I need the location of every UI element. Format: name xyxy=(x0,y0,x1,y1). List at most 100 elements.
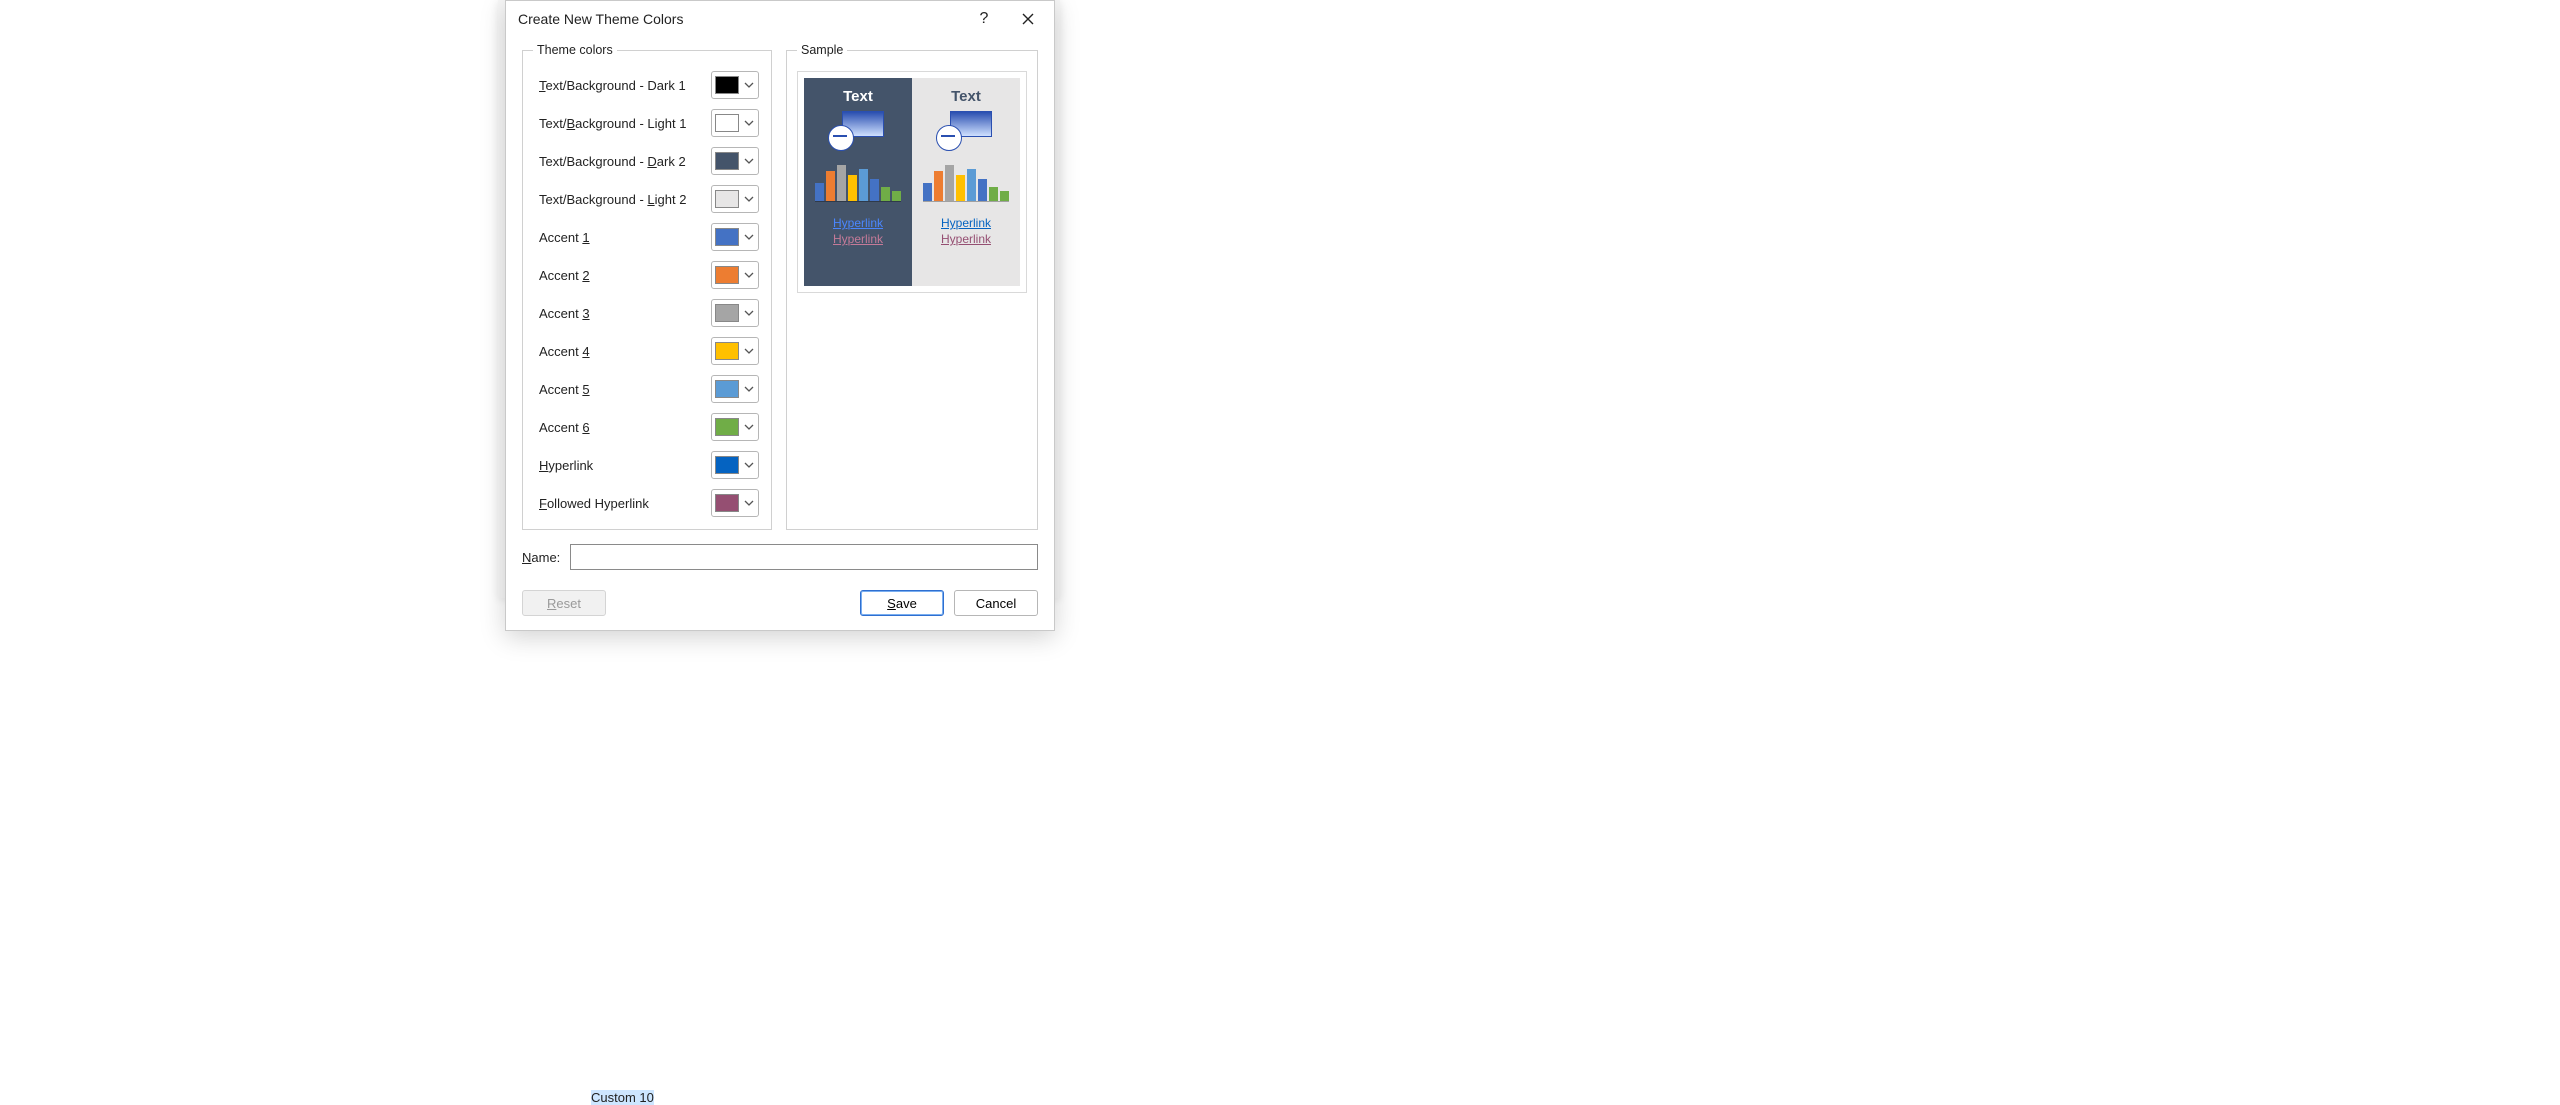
theme-color-picker[interactable] xyxy=(711,489,759,517)
theme-color-picker[interactable] xyxy=(711,337,759,365)
close-button[interactable] xyxy=(1006,3,1050,35)
theme-color-picker[interactable] xyxy=(711,451,759,479)
theme-color-label: Text/Background - Light 1 xyxy=(539,116,711,131)
sample-chart-dark xyxy=(815,161,901,202)
chevron-down-icon xyxy=(743,459,755,471)
theme-color-picker[interactable] xyxy=(711,413,759,441)
color-swatch xyxy=(715,266,739,284)
color-swatch xyxy=(715,494,739,512)
sample-preview: Text Hyperlink Hyperlink xyxy=(797,71,1027,293)
theme-color-label: Text/Background - Light 2 xyxy=(539,192,711,207)
theme-color-label: Accent 1 xyxy=(539,230,711,245)
chevron-down-icon xyxy=(743,79,755,91)
theme-color-label: Text/Background - Dark 1 xyxy=(539,78,711,93)
theme-color-label: Accent 5 xyxy=(539,382,711,397)
reset-button[interactable]: Reset xyxy=(522,590,606,616)
theme-color-label: Accent 3 xyxy=(539,306,711,321)
sample-text-dark: Text xyxy=(843,88,873,105)
save-button[interactable]: Save xyxy=(860,590,944,616)
sample-bar xyxy=(967,169,976,201)
sample-bar xyxy=(945,165,954,201)
cancel-button[interactable]: Cancel xyxy=(954,590,1038,616)
sample-bar xyxy=(978,179,987,201)
theme-color-label: Accent 4 xyxy=(539,344,711,359)
chevron-down-icon xyxy=(743,383,755,395)
sample-tile-light: Text Hyperlink Hyperlink xyxy=(912,78,1020,286)
chevron-down-icon xyxy=(743,193,755,205)
sample-legend: Sample xyxy=(797,43,847,57)
theme-color-label: Hyperlink xyxy=(539,458,711,473)
sample-shapes-dark xyxy=(828,111,888,151)
theme-color-row: Hyperlink xyxy=(539,451,759,479)
create-theme-colors-dialog: Create New Theme Colors ? Theme colors T… xyxy=(505,0,1055,631)
chevron-down-icon xyxy=(743,307,755,319)
sample-text-light: Text xyxy=(951,88,981,105)
theme-color-row: Text/Background - Light 1 xyxy=(539,109,759,137)
chevron-down-icon xyxy=(743,231,755,243)
theme-name-input[interactable] xyxy=(570,544,1038,570)
dialog-footer: Reset Save Cancel xyxy=(506,580,1054,630)
theme-color-row: Text/Background - Light 2 xyxy=(539,185,759,213)
sample-tile-dark: Text Hyperlink Hyperlink xyxy=(804,78,912,286)
theme-color-label: Followed Hyperlink xyxy=(539,496,711,511)
theme-color-picker[interactable] xyxy=(711,223,759,251)
sample-bar xyxy=(815,183,824,201)
theme-colors-group: Theme colors Text/Background - Dark 1Tex… xyxy=(522,43,772,530)
chevron-down-icon xyxy=(743,345,755,357)
theme-color-picker[interactable] xyxy=(711,109,759,137)
theme-color-picker[interactable] xyxy=(711,147,759,175)
theme-color-row: Accent 3 xyxy=(539,299,759,327)
theme-color-row: Accent 6 xyxy=(539,413,759,441)
dialog-title: Create New Theme Colors xyxy=(518,11,962,27)
color-swatch xyxy=(715,380,739,398)
sample-bar xyxy=(848,175,857,201)
chevron-down-icon xyxy=(743,421,755,433)
color-swatch xyxy=(715,418,739,436)
theme-color-picker[interactable] xyxy=(711,71,759,99)
theme-color-picker[interactable] xyxy=(711,185,759,213)
theme-color-row: Accent 1 xyxy=(539,223,759,251)
sample-links-dark: Hyperlink Hyperlink xyxy=(833,216,883,246)
theme-color-row: Followed Hyperlink xyxy=(539,489,759,517)
color-swatch xyxy=(715,456,739,474)
theme-color-label: Text/Background - Dark 2 xyxy=(539,154,711,169)
name-input-selection: Custom 10 xyxy=(591,1090,654,1105)
sample-bar xyxy=(989,187,998,201)
color-swatch xyxy=(715,304,739,322)
sample-hyperlink-dark: Hyperlink xyxy=(833,216,883,230)
name-label: Name: xyxy=(522,550,560,565)
help-button[interactable]: ? xyxy=(962,3,1006,35)
sample-chart-light xyxy=(923,161,1009,202)
chevron-down-icon xyxy=(743,155,755,167)
color-swatch xyxy=(715,228,739,246)
theme-color-row: Text/Background - Dark 2 xyxy=(539,147,759,175)
color-swatch xyxy=(715,76,739,94)
theme-color-picker[interactable] xyxy=(711,261,759,289)
sample-bar xyxy=(837,165,846,201)
sample-bar xyxy=(859,169,868,201)
sample-group: Sample Text Hyperlink xyxy=(786,43,1038,530)
help-icon: ? xyxy=(980,10,989,28)
sample-bar xyxy=(881,187,890,201)
color-swatch xyxy=(715,114,739,132)
theme-color-row: Accent 2 xyxy=(539,261,759,289)
theme-color-label: Accent 2 xyxy=(539,268,711,283)
sample-bar xyxy=(956,175,965,201)
theme-color-picker[interactable] xyxy=(711,375,759,403)
theme-color-row: Accent 4 xyxy=(539,337,759,365)
name-row: Name: Custom 10 xyxy=(522,544,1038,570)
sample-bar xyxy=(934,171,943,201)
sample-followed-light: Hyperlink xyxy=(941,232,991,246)
color-swatch xyxy=(715,152,739,170)
sample-bar xyxy=(923,183,932,201)
sample-followed-dark: Hyperlink xyxy=(833,232,883,246)
color-swatch xyxy=(715,190,739,208)
chevron-down-icon xyxy=(743,269,755,281)
sample-links-light: Hyperlink Hyperlink xyxy=(941,216,991,246)
chevron-down-icon xyxy=(743,497,755,509)
sample-hyperlink-light: Hyperlink xyxy=(941,216,991,230)
theme-color-picker[interactable] xyxy=(711,299,759,327)
theme-color-row: Accent 5 xyxy=(539,375,759,403)
theme-color-label: Accent 6 xyxy=(539,420,711,435)
theme-color-row: Text/Background - Dark 1 xyxy=(539,71,759,99)
